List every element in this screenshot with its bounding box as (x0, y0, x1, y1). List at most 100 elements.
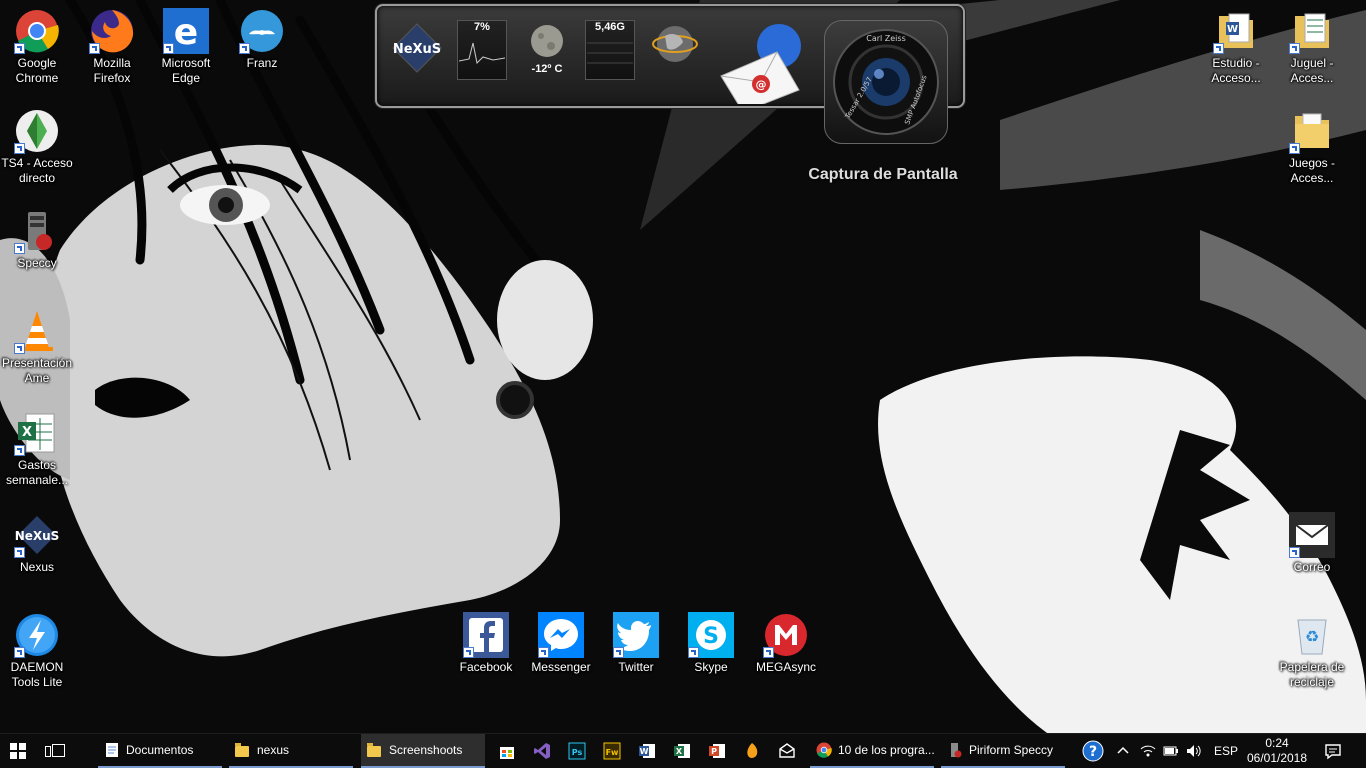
speccy-shortcut[interactable]: Speccy (0, 208, 75, 271)
folder-icon (235, 742, 249, 757)
franz-shortcut[interactable]: Franz (224, 8, 300, 71)
folder-icon (367, 742, 381, 757)
icon-label: Facebook (459, 660, 513, 674)
memory-graph-icon (587, 42, 633, 64)
icon-label: Messenger (531, 660, 591, 674)
taskbar-screenshoots[interactable]: Screenshoots (361, 734, 485, 768)
taskbar-chrome[interactable]: 10 de los progra... (810, 734, 934, 768)
show-hidden-icons-chevron-icon[interactable] (1114, 742, 1132, 760)
icon-label: Skype (694, 660, 728, 674)
svg-text:?: ? (1089, 744, 1097, 760)
powerpoint-icon[interactable]: P (708, 742, 726, 760)
shortcut-arrow-icon (688, 647, 699, 658)
icon-label: Nexus (19, 560, 54, 574)
globe-icon (652, 26, 698, 62)
action-center-icon[interactable] (1324, 742, 1342, 760)
globe-widget[interactable] (651, 22, 699, 80)
juegos-shortcut[interactable]: Juegos - Acces... (1274, 108, 1350, 186)
shortcut-arrow-icon (14, 343, 25, 354)
svg-text:NeXuS: NeXuS (393, 42, 441, 57)
fireworks-icon[interactable]: Fw (603, 742, 621, 760)
juguel-shortcut[interactable]: Juguel - Acces... (1274, 8, 1350, 86)
mail-widget[interactable]: @ (717, 24, 807, 113)
nexus-dock-logo[interactable]: NeXuS (389, 20, 445, 76)
facebook-shortcut[interactable]: Facebook (448, 612, 524, 675)
taskbar-documentos[interactable]: Documentos (98, 734, 222, 768)
recycle-bin[interactable]: ♻ Papelera de reciclaje (1274, 612, 1350, 690)
cpu-value: 7% (474, 21, 490, 33)
weather-temperature: -12º C (531, 63, 563, 75)
messenger-shortcut[interactable]: Messenger (523, 612, 599, 675)
taskbar-app-label: Piriform Speccy (969, 743, 1054, 757)
visual-studio-icon[interactable] (533, 742, 551, 760)
shortcut-arrow-icon (89, 43, 100, 54)
skype-shortcut[interactable]: S Skype (673, 612, 749, 675)
shortcut-arrow-icon (14, 243, 25, 254)
cpu-graph-icon (458, 42, 506, 65)
documents-icon (106, 743, 118, 757)
svg-text:X: X (22, 425, 32, 440)
fl-studio-icon[interactable] (743, 742, 761, 760)
svg-text:W: W (1227, 24, 1238, 35)
nexus-shortcut[interactable]: NeXuS Nexus (0, 512, 75, 575)
google-chrome-shortcut[interactable]: Google Chrome (0, 8, 75, 86)
language-label: ESP (1214, 744, 1239, 758)
icon-label: Estudio - Acceso... (1211, 56, 1261, 85)
icon-label: Mozilla Firefox (93, 56, 131, 85)
task-view-icon (45, 744, 65, 757)
presentacion-ame-shortcut[interactable]: Presentación Ame (0, 308, 75, 386)
icon-label: MEGAsync (755, 660, 816, 674)
start-button[interactable] (0, 734, 36, 768)
ts4-shortcut[interactable]: TS4 - Acceso directo (0, 108, 75, 186)
battery-icon[interactable] (1162, 742, 1180, 760)
recycle-bin-icon: ♻ (1297, 619, 1327, 655)
volume-icon[interactable] (1185, 742, 1203, 760)
icon-label: Franz (246, 56, 278, 70)
task-view-button[interactable] (40, 734, 70, 768)
weather-widget[interactable]: -12º C (523, 24, 571, 82)
estudio-shortcut[interactable]: W Estudio - Acceso... (1198, 8, 1274, 86)
twitter-shortcut[interactable]: Twitter (598, 612, 674, 675)
language-indicator[interactable]: ESP (1214, 734, 1238, 768)
shortcut-arrow-icon (1289, 43, 1300, 54)
clock[interactable]: 0:24 06/01/2018 (1246, 734, 1308, 768)
icon-label: Juegos - Acces... (1288, 156, 1336, 185)
icon-label: Speccy (17, 256, 57, 270)
svg-text:NeXuS: NeXuS (15, 529, 60, 543)
daemon-tools-shortcut[interactable]: DAEMON Tools Lite (0, 612, 75, 690)
store-icon[interactable] (498, 742, 516, 760)
help-icon[interactable]: ? (1082, 740, 1104, 762)
correo-shortcut[interactable]: Correo (1274, 512, 1350, 575)
nexus-logo-icon: NeXuS (392, 23, 442, 73)
moon-icon (531, 25, 563, 57)
memory-value: 5,46G (595, 21, 625, 33)
memory-meter[interactable]: 5,46G (585, 20, 635, 80)
cpu-meter[interactable]: 7% (457, 20, 507, 80)
svg-text:@: @ (756, 78, 767, 91)
microsoft-edge-shortcut[interactable]: e Microsoft Edge (148, 8, 224, 86)
taskbar-app-label: Screenshoots (389, 743, 463, 757)
photoshop-icon[interactable]: Ps (568, 742, 586, 760)
icon-label: Microsoft Edge (161, 56, 211, 85)
word-icon[interactable]: W (638, 742, 656, 760)
speccy-icon (951, 743, 962, 758)
wifi-icon[interactable] (1139, 742, 1157, 760)
megasync-shortcut[interactable]: MEGAsync (748, 612, 824, 675)
mail-icon[interactable] (778, 742, 796, 760)
shortcut-arrow-icon (14, 143, 25, 154)
icon-label: Juguel - Acces... (1290, 56, 1334, 85)
gastos-semanales-shortcut[interactable]: X Gastos semanale... (0, 410, 75, 488)
mozilla-firefox-shortcut[interactable]: Mozilla Firefox (74, 8, 150, 86)
screen-capture-widget[interactable]: Carl Zeiss Tessar 2.0/57 SMP Autofocus (824, 20, 948, 144)
shortcut-arrow-icon (1213, 43, 1224, 54)
icon-label: Correo (1293, 560, 1331, 574)
shortcut-arrow-icon (463, 647, 474, 658)
taskbar-speccy[interactable]: Piriform Speccy (941, 734, 1065, 768)
shortcut-arrow-icon (14, 43, 25, 54)
shortcut-arrow-icon (14, 547, 25, 558)
shortcut-arrow-icon (1289, 547, 1300, 558)
taskbar-nexus[interactable]: nexus (229, 734, 353, 768)
icon-label: Google Chrome (15, 56, 59, 85)
excel-icon[interactable]: X (673, 742, 691, 760)
svg-text:X: X (676, 747, 683, 756)
